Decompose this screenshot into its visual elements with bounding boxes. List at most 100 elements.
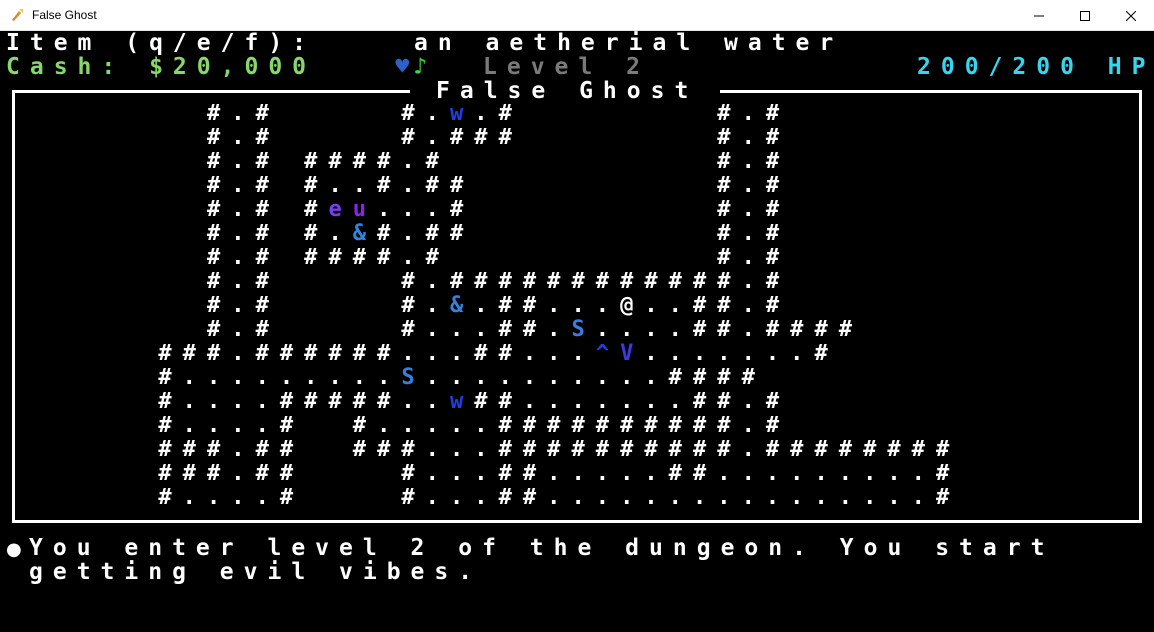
map-tile-floor: . xyxy=(571,365,585,390)
map-tile-wall: # xyxy=(911,437,925,462)
map-tile-floor: . xyxy=(425,269,439,294)
map-tile-monster: & xyxy=(352,221,367,246)
map-tile-wall: # xyxy=(765,245,780,270)
map-tile-floor: . xyxy=(231,341,245,366)
game-screen[interactable]: Item (q/e/f): ♥ ♪ an aetherial water Cash… xyxy=(0,31,1154,632)
map-tile-floor: . xyxy=(741,149,755,174)
map-tile-wall: # xyxy=(401,269,415,294)
map-tile-monster: & xyxy=(449,293,464,318)
map-tile-wall: # xyxy=(692,437,707,462)
map-tile-wall: # xyxy=(255,317,269,342)
map-tile-wall: # xyxy=(692,461,707,486)
map-tile-floor: . xyxy=(741,125,755,150)
map-tile-floor: . xyxy=(255,485,269,510)
map-tile-monster: u xyxy=(352,197,367,222)
map-tile-floor: . xyxy=(279,365,294,390)
map-tile-wall: # xyxy=(206,269,221,294)
map-tile-floor: . xyxy=(255,413,269,438)
map-tile-wall: # xyxy=(255,293,269,318)
map-tile-floor: . xyxy=(182,485,196,510)
minimize-button[interactable] xyxy=(1016,0,1062,31)
map-tile-wall: # xyxy=(158,485,172,510)
map-tile-wall: # xyxy=(182,341,196,366)
map-tile-wall: # xyxy=(692,269,707,294)
map-tile-wall: # xyxy=(401,125,415,150)
map-tile-wall: # xyxy=(765,149,780,174)
map-tile-floor: . xyxy=(741,221,755,246)
map-tile-floor: . xyxy=(765,485,780,510)
map-tile-floor: . xyxy=(425,197,439,222)
close-button[interactable] xyxy=(1108,0,1154,31)
map-tile-wall: # xyxy=(206,461,221,486)
map-tile-floor: . xyxy=(571,485,585,510)
map-tile-wall: # xyxy=(206,101,221,126)
map-tile-wall: # xyxy=(255,197,269,222)
map-tile-wall: # xyxy=(620,269,634,294)
map-tile-wall: # xyxy=(206,317,221,342)
map-tile-wall: # xyxy=(304,245,318,270)
map-tile-wall: # xyxy=(449,173,464,198)
map-tile-wall: # xyxy=(449,125,464,150)
map-tile-wall: # xyxy=(206,341,221,366)
map-tile-floor: . xyxy=(838,461,853,486)
map-tile-wall: # xyxy=(498,461,512,486)
map-tile-floor: . xyxy=(668,293,682,318)
map-tile-wall: # xyxy=(522,269,537,294)
map-tile-floor: . xyxy=(741,485,755,510)
map-tile-wall: # xyxy=(765,125,780,150)
map-tile-floor: . xyxy=(377,197,391,222)
map-tile-monster: S xyxy=(401,365,415,390)
map-tile-wall: # xyxy=(206,149,221,174)
map-tile-wall: # xyxy=(717,245,731,270)
map-tile-floor: . xyxy=(231,101,245,126)
map-tile-wall: # xyxy=(595,413,610,438)
map-tile-wall: # xyxy=(765,389,780,414)
map-tile-wall: # xyxy=(498,485,512,510)
map-tile-floor: . xyxy=(547,389,561,414)
map-tile-floor: . xyxy=(863,485,877,510)
map-tile-wall: # xyxy=(328,245,342,270)
map-tile-wall: # xyxy=(158,389,172,414)
map-tile-floor: . xyxy=(741,245,755,270)
map-tile-wall: # xyxy=(279,341,294,366)
map-tile-floor: . xyxy=(449,317,464,342)
map-tile-floor: . xyxy=(474,437,488,462)
maximize-button[interactable] xyxy=(1062,0,1108,31)
map-tile-floor: . xyxy=(231,221,245,246)
item-label: Item (q/e/f): xyxy=(6,30,317,56)
map-tile-wall: # xyxy=(620,413,634,438)
map-tile-wall: # xyxy=(814,317,828,342)
map-tile-wall: # xyxy=(522,485,537,510)
map-tile-wall: # xyxy=(401,317,415,342)
map-tile-floor: . xyxy=(571,293,585,318)
map-tile-wall: # xyxy=(255,173,269,198)
map-tile-wall: # xyxy=(206,245,221,270)
map-tile-floor: . xyxy=(668,317,682,342)
map-tile-wall: # xyxy=(717,437,731,462)
map-tile-wall: # xyxy=(717,173,731,198)
map-tile-wall: # xyxy=(717,317,731,342)
map-tile-wall: # xyxy=(522,413,537,438)
map-tile-wall: # xyxy=(449,197,464,222)
map-tile-wall: # xyxy=(279,389,294,414)
map-tile-wall: # xyxy=(692,389,707,414)
map-tile-wall: # xyxy=(377,149,391,174)
map-tile-wall: # xyxy=(377,341,391,366)
map-tile-wall: # xyxy=(255,341,269,366)
map-tile-wall: # xyxy=(595,269,610,294)
message-line-2: getting evil vibes. xyxy=(29,559,483,585)
map-tile-floor: . xyxy=(231,317,245,342)
map-tile-wall: # xyxy=(304,341,318,366)
map-tile-floor: . xyxy=(595,461,610,486)
map-tile-floor: . xyxy=(571,341,585,366)
map-tile-wall: # xyxy=(765,293,780,318)
map-tile-wall: # xyxy=(474,125,488,150)
map-tile-floor: . xyxy=(741,293,755,318)
map-tile-wall: # xyxy=(547,437,561,462)
map-tile-floor: . xyxy=(741,173,755,198)
map-tile-floor: . xyxy=(741,461,755,486)
map-tile-floor: . xyxy=(814,461,828,486)
map-tile-floor: . xyxy=(401,341,415,366)
map-tile-wall: # xyxy=(206,221,221,246)
map-tile-floor: . xyxy=(206,413,221,438)
